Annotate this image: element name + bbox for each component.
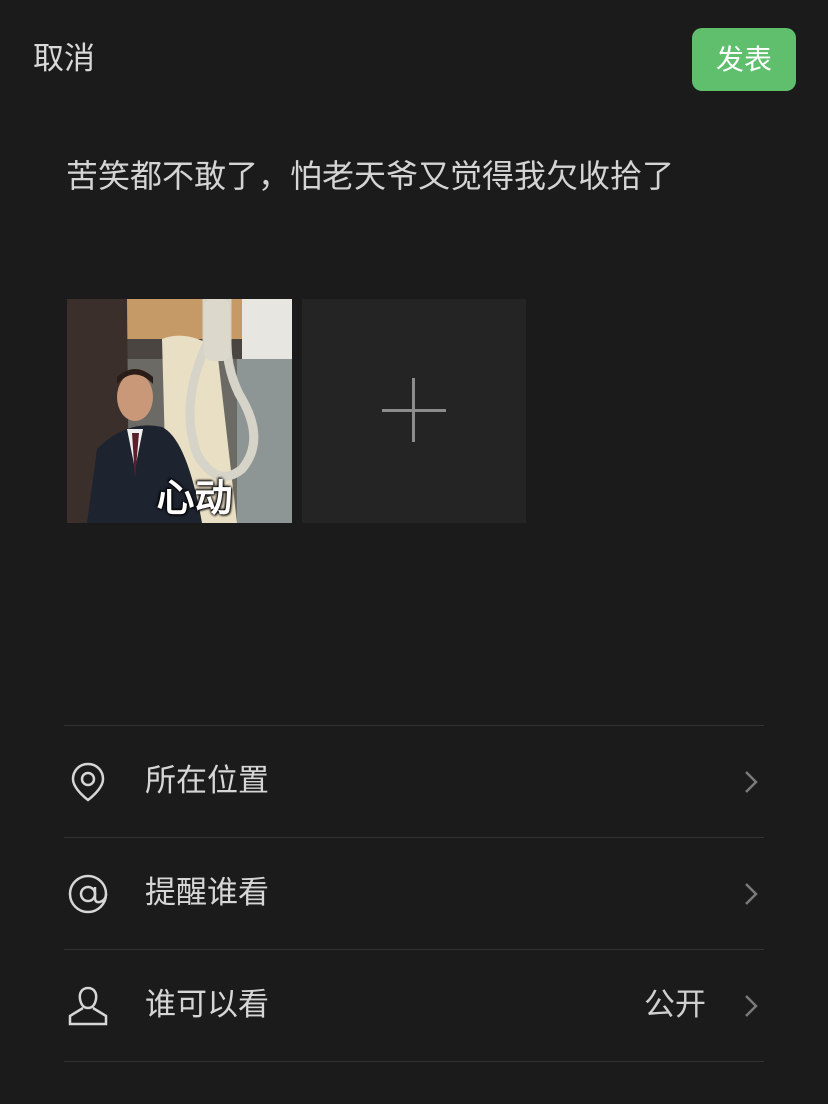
chevron-right-icon — [745, 883, 758, 905]
image-caption: 心动 — [156, 476, 233, 520]
visibility-value: 公开 — [644, 987, 706, 1023]
plus-icon-vertical — [412, 378, 415, 442]
cancel-button[interactable]: 取消 — [33, 38, 95, 80]
remind-label: 提醒谁看 — [145, 875, 269, 911]
visibility-option[interactable]: 谁可以看 公开 — [64, 950, 764, 1061]
person-icon — [68, 986, 108, 1026]
remind-option[interactable]: 提醒谁看 — [64, 838, 764, 949]
publish-button[interactable]: 发表 — [692, 28, 796, 91]
attached-image-thumbnail[interactable]: 心动 — [67, 299, 292, 523]
top-bar: 取消 发表 — [0, 0, 828, 120]
post-options-list: 所在位置 提醒谁看 谁可以看 公开 — [64, 725, 764, 1062]
visibility-label: 谁可以看 — [145, 987, 269, 1023]
post-text-input[interactable]: 苦笑都不敢了，怕老天爷又觉得我欠收拾了 — [66, 153, 674, 199]
add-image-button[interactable] — [302, 299, 526, 523]
location-pin-icon — [71, 762, 105, 802]
at-sign-icon — [68, 874, 108, 914]
location-option[interactable]: 所在位置 — [64, 726, 764, 837]
chevron-right-icon — [745, 995, 758, 1017]
divider — [64, 1061, 764, 1062]
chevron-right-icon — [745, 771, 758, 793]
location-label: 所在位置 — [145, 763, 269, 799]
